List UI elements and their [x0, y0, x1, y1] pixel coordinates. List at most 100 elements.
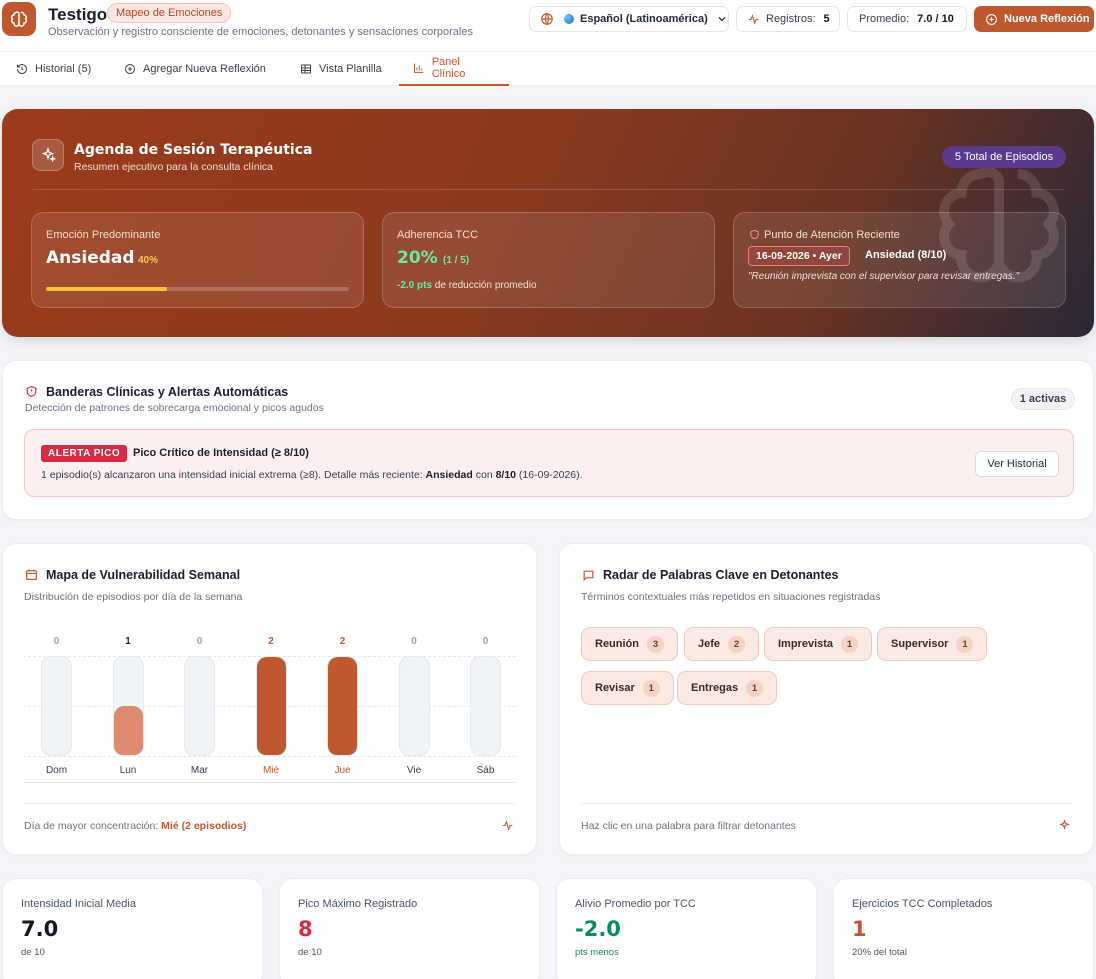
sparkles-icon [1059, 819, 1070, 830]
chart-baseline [23, 782, 516, 783]
keyword-radar-card: Radar de Palabras Clave en Detonantes Té… [559, 543, 1094, 855]
app-header: Testigo Mapeo de Emociones Observación y… [0, 0, 1096, 52]
stat-card-cbt-completed: Ejercicios TCC Completados 1 20% del tot… [833, 878, 1094, 979]
new-reflection-button[interactable]: Nueva Reflexión [974, 6, 1094, 32]
reduction-note: -2.0 pts de reducción promedio [397, 280, 537, 291]
card-title: Punto de Atención Reciente [764, 229, 900, 241]
new-reflection-label: Nueva Reflexión [1004, 13, 1090, 25]
keyword-chip[interactable]: Entregas 1 [677, 671, 778, 705]
stat-unit: 20% del total [852, 947, 907, 958]
sparkles-icon [32, 139, 64, 171]
hero-subtitle: Resumen ejecutivo para la consulta clíni… [74, 161, 274, 173]
stat-unit: de 10 [298, 947, 322, 958]
keyword-chip[interactable]: Revisar 1 [581, 671, 674, 705]
total-episodes-badge: 5 Total de Episodios [942, 146, 1066, 168]
tab-label: Vista Planilla [319, 63, 382, 75]
stat-title: Pico Máximo Registrado [298, 898, 418, 910]
tab-label: Agregar Nueva Reflexión [143, 63, 266, 75]
stat-title: Intensidad Inicial Media [21, 898, 136, 910]
stat-value: 8 [298, 917, 313, 941]
keyword-chip[interactable]: Supervisor 1 [877, 627, 988, 661]
flag-icon [564, 14, 574, 24]
registros-value: 5 [823, 13, 830, 25]
bar-track [184, 656, 215, 756]
alerts-subtitle: Detección de patrones de sobrecarga emoc… [25, 402, 324, 414]
alerts-title: Banderas Clínicas y Alertas Automáticas [46, 385, 289, 399]
alert-badge: ALERTA PICO [41, 445, 128, 462]
hero-title: Agenda de Sesión Terapéutica [74, 142, 313, 158]
shield-icon [750, 229, 759, 240]
chevron-down-icon [718, 17, 726, 22]
recent-emotion: Ansiedad (8/10) [865, 249, 947, 261]
bar [328, 657, 357, 755]
divider [580, 803, 1073, 804]
peak-day-note: Día de mayor concentración: Mié (2 episo… [24, 820, 247, 832]
alert-text: 1 episodio(s) alcanzaron una intensidad … [41, 469, 583, 481]
week-title: Mapa de Vulnerabilidad Semanal [46, 568, 241, 582]
tab-planilla[interactable]: Vista Planilla [286, 52, 396, 86]
predominant-emotion-value: Ansiedad [46, 248, 135, 268]
tab-panel-clinico[interactable]: Panel Clínico [399, 52, 509, 86]
tab-label: Historial (5) [35, 63, 92, 75]
tab-label: Panel Clínico [431, 56, 466, 80]
promedio-counter: Promedio: 7.0 / 10 [847, 6, 967, 32]
bar-track [41, 656, 72, 756]
promedio-value: 7.0 / 10 [917, 13, 954, 25]
predominant-emotion-card: Emoción Predominante Ansiedad 40% [31, 212, 364, 308]
promedio-label: Promedio: [859, 13, 910, 25]
activity-icon [748, 13, 759, 25]
alert-title: Pico Crítico de Intensidad (≥ 8/10) [133, 447, 309, 459]
peak-alert: ALERTA PICO Pico Crítico de Intensidad (… [24, 429, 1074, 497]
stat-card-cbt-relief: Alivio Promedio por TCC -2.0 pts menos [556, 878, 817, 979]
bar-value-label: 0 [411, 636, 417, 647]
tab-historial[interactable]: Historial (5) [2, 52, 105, 86]
cbt-adherence-card: Adherencia TCC 20% (1 / 5) -2.0 pts de r… [382, 212, 715, 308]
week-subtitle: Distribución de episodios por día de la … [24, 591, 243, 603]
divider [23, 803, 516, 804]
adherence-fraction: (1 / 5) [443, 255, 470, 266]
language-selector[interactable]: Español (Latinoamérica) [529, 6, 729, 32]
shield-alert-icon [26, 385, 37, 397]
adherence-value: 20% [397, 248, 438, 268]
keyword-chip[interactable]: Jefe 2 [684, 627, 760, 661]
registros-counter: Registros: 5 [736, 6, 840, 32]
tab-agregar[interactable]: Agregar Nueva Reflexión [110, 52, 280, 86]
day-label: Mar [190, 765, 209, 776]
activity-icon [502, 820, 513, 831]
tab-bar: Historial (5) Agregar Nueva Reflexión Vi… [0, 52, 1096, 86]
bar-value-label: 2 [339, 636, 346, 647]
weekly-vulnerability-card: Mapa de Vulnerabilidad Semanal Distribuc… [2, 543, 537, 855]
bar-value-label: 0 [196, 636, 203, 647]
radar-title: Radar de Palabras Clave en Detonantes [603, 568, 839, 582]
plus-circle-icon [986, 13, 997, 25]
registros-label: Registros: [766, 13, 816, 25]
globe-icon [541, 13, 553, 25]
bar-value-label: 0 [482, 636, 489, 647]
stat-card-mean-intensity: Intensidad Inicial Media 7.0 de 10 [2, 878, 263, 979]
view-history-button[interactable]: Ver Historial [975, 451, 1059, 477]
progress-track [46, 287, 349, 291]
stat-value: -2.0 [575, 917, 621, 941]
history-icon [17, 64, 27, 74]
app-category-pill: Mapeo de Emociones [107, 3, 232, 23]
bar-track [398, 656, 430, 756]
bar [256, 657, 286, 755]
language-label: Español (Latinoamérica) [580, 13, 708, 25]
keyword-chip[interactable]: Imprevista 1 [764, 627, 873, 661]
day-label: Jue [334, 765, 351, 776]
bar-chart-icon [413, 63, 424, 73]
grid-line [23, 756, 516, 757]
radar-hint: Haz clic en una palabra para filtrar det… [581, 820, 796, 832]
bar-value-label: 0 [53, 636, 60, 647]
app-subtitle: Observación y registro consciente de emo… [48, 26, 473, 38]
stat-value: 7.0 [21, 917, 59, 941]
bar [113, 706, 143, 755]
stat-title: Ejercicios TCC Completados [852, 898, 993, 910]
app-title: Testigo [48, 5, 108, 24]
keyword-chip[interactable]: Reunión 3 [581, 627, 678, 661]
progress-fill [46, 287, 168, 291]
day-label: Dom [45, 765, 68, 776]
recent-date-badge: 16-09-2026 • Ayer [748, 246, 850, 266]
day-label: Sáb [476, 765, 495, 776]
radar-subtitle: Términos contextuales más repetidos en s… [581, 591, 881, 603]
